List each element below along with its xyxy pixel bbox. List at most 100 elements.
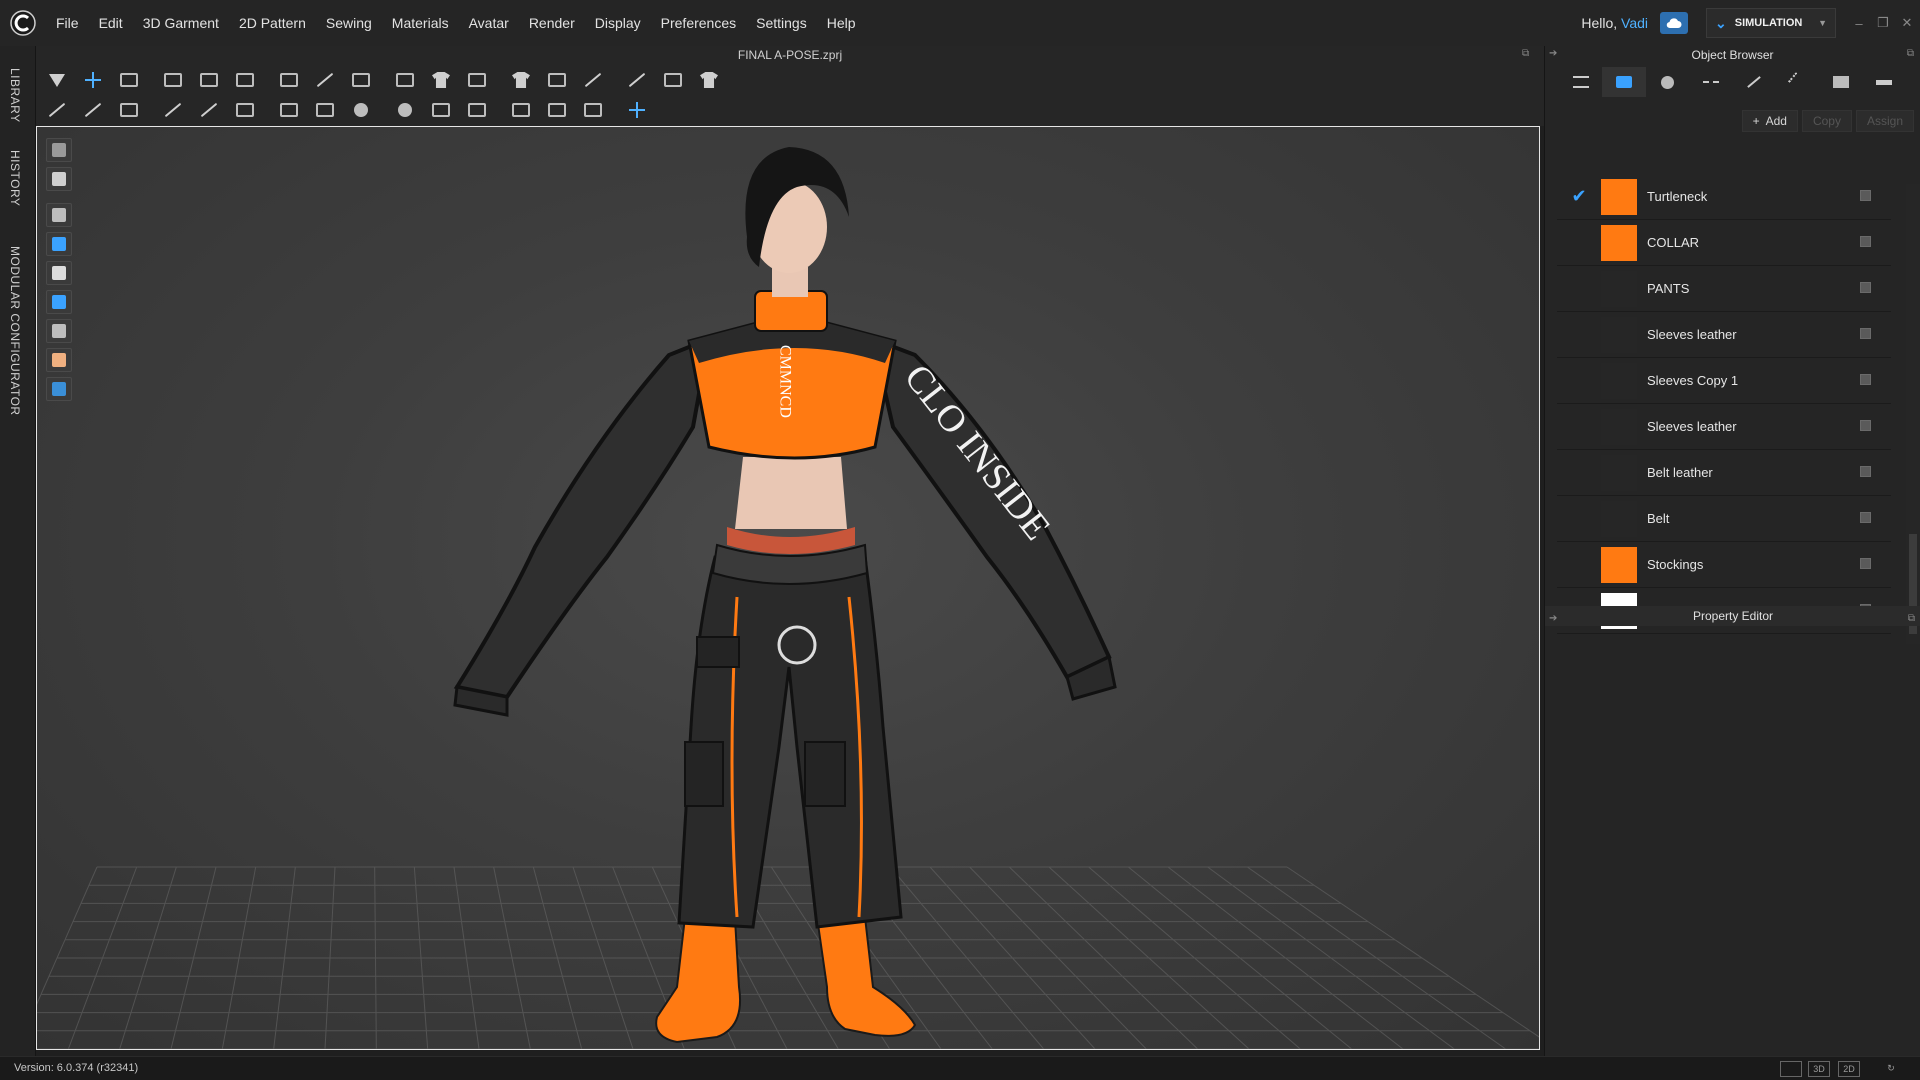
fabric-list-item[interactable]: Belt leather xyxy=(1557,450,1891,496)
button-tab-icon[interactable] xyxy=(1646,67,1689,97)
close-icon[interactable]: ✕ xyxy=(1896,12,1918,34)
menu-sewing[interactable]: Sewing xyxy=(316,0,382,46)
cloud-sync-button[interactable] xyxy=(1660,12,1688,34)
3d-viewport[interactable]: CLO INSIDE CMMNCD xyxy=(36,126,1540,1050)
clo-logo-icon[interactable] xyxy=(0,0,46,46)
edit-tool-2-icon[interactable] xyxy=(80,97,106,123)
menu-edit[interactable]: Edit xyxy=(89,0,133,46)
popout-icon[interactable]: ⧉ xyxy=(1908,609,1915,629)
fabric-options-icon[interactable] xyxy=(1860,466,1871,477)
scrollbar[interactable] xyxy=(1906,184,1920,644)
edit-tool-4-icon[interactable] xyxy=(160,97,186,123)
fabric-list-item[interactable]: Belt xyxy=(1557,496,1891,542)
restore-icon[interactable]: ❐ xyxy=(1872,12,1894,34)
edit-tool-13-icon[interactable] xyxy=(508,97,534,123)
fabric-tab-icon[interactable] xyxy=(1602,67,1646,97)
topstitch-tab-icon[interactable] xyxy=(1689,67,1732,97)
menu-2d-pattern[interactable]: 2D Pattern xyxy=(229,0,316,46)
view-2d-button[interactable]: 2D xyxy=(1838,1061,1860,1077)
assign-button[interactable]: Assign xyxy=(1855,110,1914,132)
add-button[interactable]: + Add xyxy=(1741,110,1798,132)
menu-help[interactable]: Help xyxy=(817,0,866,46)
fabric-swatch[interactable] xyxy=(1601,224,1637,261)
fabric-swatch[interactable] xyxy=(1601,270,1637,307)
avatar-icon[interactable] xyxy=(46,261,72,285)
edit-tool-14-icon[interactable] xyxy=(544,97,570,123)
garment-tool-17-icon[interactable] xyxy=(660,67,686,93)
fabric-list-item[interactable]: ✔ Turtleneck xyxy=(1557,174,1891,220)
edit-tool-10-icon[interactable] xyxy=(392,97,418,123)
garment-tool-4-icon[interactable] xyxy=(160,67,186,93)
garment-tool-6-icon[interactable] xyxy=(232,67,258,93)
garment-tool-14-icon[interactable] xyxy=(544,67,570,93)
fabric-swatch[interactable] xyxy=(1601,454,1637,491)
fabric-options-icon[interactable] xyxy=(1860,282,1871,293)
garment-tool-9-icon[interactable] xyxy=(348,67,374,93)
garment-tool-5-icon[interactable] xyxy=(196,67,222,93)
fabric-options-icon[interactable] xyxy=(1860,190,1871,201)
fabric-options-icon[interactable] xyxy=(1860,374,1871,385)
skin-icon[interactable] xyxy=(46,348,72,372)
edit-tool-11-icon[interactable] xyxy=(428,97,454,123)
fabric-swatch[interactable] xyxy=(1601,316,1637,353)
fabric-options-icon[interactable] xyxy=(1860,558,1871,569)
menu-display[interactable]: Display xyxy=(585,0,651,46)
menu-3d-garment[interactable]: 3D Garment xyxy=(133,0,229,46)
menu-settings[interactable]: Settings xyxy=(746,0,817,46)
arrow-icon[interactable]: ➔ xyxy=(1549,48,1557,59)
avatar-image-icon[interactable] xyxy=(46,232,72,256)
tab-modular-configurator[interactable]: MODULAR CONFIGURATOR xyxy=(8,246,22,416)
edit-tool-1-icon[interactable] xyxy=(44,97,70,123)
edit-tool-12-icon[interactable] xyxy=(464,97,490,123)
edit-tool-15-icon[interactable] xyxy=(580,97,606,123)
fabric-options-icon[interactable] xyxy=(1860,420,1871,431)
edit-tool-5-icon[interactable] xyxy=(196,97,222,123)
garment-tool-10-icon[interactable] xyxy=(392,67,418,93)
fabric-options-icon[interactable] xyxy=(1860,236,1871,247)
fabric-swatch[interactable] xyxy=(1601,362,1637,399)
garment-tool-18-icon[interactable] xyxy=(696,67,722,93)
single-view-icon[interactable] xyxy=(1780,1061,1802,1077)
garment-tool-3-icon[interactable] xyxy=(116,67,142,93)
fabric-list-item[interactable]: Sleeves leather xyxy=(1557,404,1891,450)
shirt-icon[interactable] xyxy=(46,203,72,227)
eraser-icon[interactable] xyxy=(46,319,72,343)
refresh-icon[interactable]: ↻ xyxy=(1880,1061,1902,1077)
measure-tab-icon[interactable] xyxy=(1863,67,1906,97)
zipper-tab-icon[interactable] xyxy=(1776,67,1819,97)
fabric-swatch[interactable] xyxy=(1601,178,1637,215)
fabric-list-item[interactable]: Sleeves Copy 1 xyxy=(1557,358,1891,404)
fabric-list-item[interactable]: Stockings xyxy=(1557,542,1891,588)
menu-render[interactable]: Render xyxy=(519,0,585,46)
garment-tool-2-icon[interactable] xyxy=(80,67,106,93)
fabric-options-icon[interactable] xyxy=(1860,328,1871,339)
edit-tool-9-icon[interactable] xyxy=(348,97,374,123)
fabric-list-item[interactable]: COLLAR xyxy=(1557,220,1891,266)
fabric-swatch[interactable] xyxy=(1601,546,1637,583)
minimize-icon[interactable]: – xyxy=(1848,12,1870,34)
fabric-swatch[interactable] xyxy=(1601,408,1637,445)
fabric-list-item[interactable]: Sleeves leather xyxy=(1557,312,1891,358)
menu-avatar[interactable]: Avatar xyxy=(459,0,519,46)
garment-tool-8-icon[interactable] xyxy=(312,67,338,93)
fabric-list-item[interactable]: PANTS xyxy=(1557,266,1891,312)
list-view-icon[interactable] xyxy=(1559,67,1602,97)
line-tab-icon[interactable] xyxy=(1733,67,1776,97)
garment-tool-15-icon[interactable] xyxy=(580,67,606,93)
popout-icon[interactable]: ⧉ xyxy=(1522,48,1529,59)
garment-tool-16-icon[interactable] xyxy=(624,67,650,93)
edit-tool-3-icon[interactable] xyxy=(116,97,142,123)
view-3d-button[interactable]: 3D xyxy=(1808,1061,1830,1077)
copy-button[interactable]: Copy xyxy=(1801,110,1852,132)
globe-icon[interactable] xyxy=(46,377,72,401)
fabric-icon[interactable] xyxy=(46,290,72,314)
mode-selector[interactable]: ⌄ SIMULATION ▼ xyxy=(1706,8,1836,38)
garment-tool-12-icon[interactable] xyxy=(464,67,490,93)
fabric-swatch[interactable] xyxy=(1601,500,1637,537)
garment-icon[interactable] xyxy=(46,167,72,191)
edit-tool-8-icon[interactable] xyxy=(312,97,338,123)
edit-tool-7-icon[interactable] xyxy=(276,97,302,123)
edit-tool-16-icon[interactable] xyxy=(624,97,650,123)
menu-materials[interactable]: Materials xyxy=(382,0,459,46)
menu-preferences[interactable]: Preferences xyxy=(651,0,746,46)
